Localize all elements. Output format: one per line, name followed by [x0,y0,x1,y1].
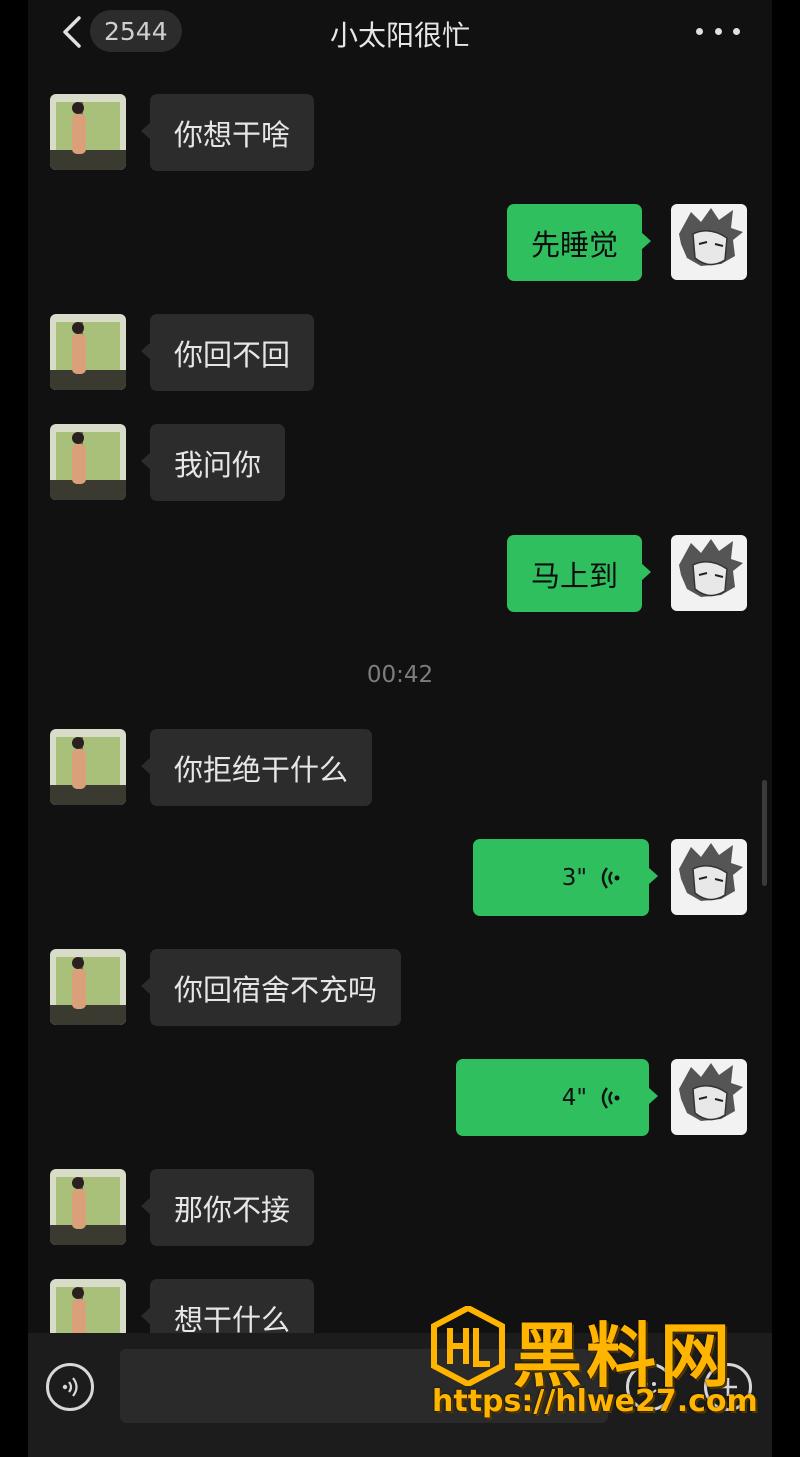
more-dot [733,27,740,35]
more-dot [696,27,703,35]
add-button[interactable] [704,1363,752,1411]
message-timestamp: 00:42 [366,662,434,688]
voice-duration: 3" [561,864,587,891]
emoji-button[interactable] [626,1363,674,1411]
voice-input-icon [62,1377,78,1397]
scrollbar[interactable] [762,780,767,886]
contact-avatar[interactable] [50,314,126,390]
voice-duration: 4" [561,1084,587,1111]
message-bubble[interactable]: 我问你 [140,424,286,501]
my-avatar[interactable] [671,204,747,280]
message-bubble[interactable]: 你拒绝干什么 [140,729,373,806]
chat-title: 小太阳很忙 [329,19,470,52]
message-bubble[interactable]: 先睡觉 [507,204,652,281]
my-avatar[interactable] [671,535,747,611]
my-avatar[interactable] [671,1059,747,1135]
emoji-icon [643,1382,657,1395]
contact-avatar[interactable] [50,949,126,1025]
more-button[interactable] [696,18,740,44]
more-dot [714,27,722,35]
voice-message-bubble[interactable]: 4" [456,1059,658,1136]
chat-header: 2544 小太阳很忙 [28,0,772,64]
contact-avatar[interactable] [50,1169,126,1245]
message-bubble[interactable]: 马上到 [507,535,652,612]
voice-wave-icon [601,866,620,889]
plus-icon [719,1378,737,1396]
contact-avatar[interactable] [50,729,126,805]
input-bar [28,1333,772,1457]
message-bubble[interactable]: 你回宿舍不充吗 [140,949,402,1026]
contact-avatar[interactable] [50,94,126,170]
chat-window: 2544 小太阳很忙 你想干啥 先睡觉 你回不回 我问你 马上到 00:42 你… [28,0,772,1457]
message-bubble[interactable]: 那你不接 [140,1169,315,1246]
voice-message-bubble[interactable]: 3" [473,839,658,916]
contact-avatar[interactable] [50,424,126,500]
my-avatar[interactable] [671,839,747,915]
voice-wave-icon [601,1086,620,1109]
voice-input-button[interactable] [46,1363,94,1411]
message-input[interactable] [120,1349,608,1423]
message-bubble[interactable]: 你回不回 [140,314,315,391]
message-bubble[interactable]: 你想干啥 [140,94,315,171]
